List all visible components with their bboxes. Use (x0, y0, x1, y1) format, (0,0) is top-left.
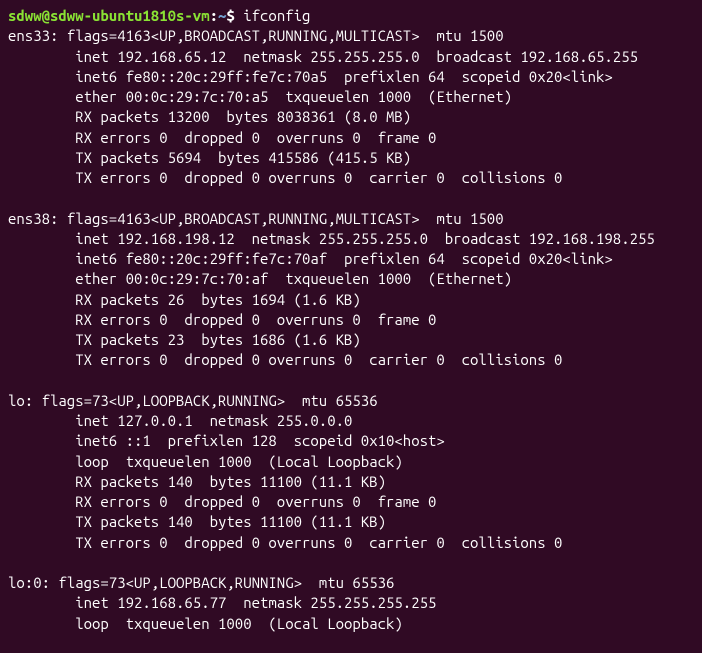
terminal-output[interactable]: sdww@sdww-ubuntu1810s-vm:~$ ifconfig ens… (0, 0, 702, 640)
output-line: RX packets 26 bytes 1694 (1.6 KB) (8, 291, 361, 308)
output-line: inet6 fe80::20c:29ff:fe7c:70a5 prefixlen… (8, 68, 613, 85)
output-line: TX packets 140 bytes 11100 (11.1 KB) (8, 513, 386, 530)
output-line: TX errors 0 dropped 0 overruns 0 carrier… (8, 169, 562, 186)
output-line: inet 192.168.65.77 netmask 255.255.255.2… (8, 594, 436, 611)
output-line: inet 192.168.65.12 netmask 255.255.255.0… (8, 48, 638, 65)
output-line: inet6 ::1 prefixlen 128 scopeid 0x10<hos… (8, 432, 445, 449)
output-line: RX errors 0 dropped 0 overruns 0 frame 0 (8, 493, 436, 510)
output-line: RX errors 0 dropped 0 overruns 0 frame 0 (8, 129, 436, 146)
output-line: RX packets 140 bytes 11100 (11.1 KB) (8, 473, 386, 490)
command-text: ifconfig (243, 7, 310, 24)
iface-header: ens33: flags=4163<UP,BROADCAST,RUNNING,M… (8, 27, 504, 44)
iface-header: lo: flags=73<UP,LOOPBACK,RUNNING> mtu 65… (8, 392, 378, 409)
output-line: ether 00:0c:29:7c:70:af txqueuelen 1000 … (8, 270, 512, 287)
iface-header: ens38: flags=4163<UP,BROADCAST,RUNNING,M… (8, 210, 504, 227)
prompt-user-host: sdww@sdww-ubuntu1810s-vm (8, 7, 210, 24)
output-line: TX errors 0 dropped 0 overruns 0 carrier… (8, 351, 562, 368)
output-line: RX packets 13200 bytes 8038361 (8.0 MB) (8, 108, 411, 125)
output-line: RX errors 0 dropped 0 overruns 0 frame 0 (8, 311, 436, 328)
output-line: ether 00:0c:29:7c:70:a5 txqueuelen 1000 … (8, 88, 512, 105)
output-line: inet 192.168.198.12 netmask 255.255.255.… (8, 230, 655, 247)
output-line: TX errors 0 dropped 0 overruns 0 carrier… (8, 534, 562, 551)
iface-header: lo:0: flags=73<UP,LOOPBACK,RUNNING> mtu … (8, 574, 394, 591)
output-line: TX packets 23 bytes 1686 (1.6 KB) (8, 331, 361, 348)
prompt-separator: : (210, 7, 218, 24)
output-line: inet6 fe80::20c:29ff:fe7c:70af prefixlen… (8, 250, 613, 267)
prompt-dollar: $ (226, 7, 243, 24)
output-line: TX packets 5694 bytes 415586 (415.5 KB) (8, 149, 411, 166)
output-line: loop txqueuelen 1000 (Local Loopback) (8, 615, 403, 632)
output-line: inet 127.0.0.1 netmask 255.0.0.0 (8, 412, 352, 429)
output-line: loop txqueuelen 1000 (Local Loopback) (8, 453, 403, 470)
